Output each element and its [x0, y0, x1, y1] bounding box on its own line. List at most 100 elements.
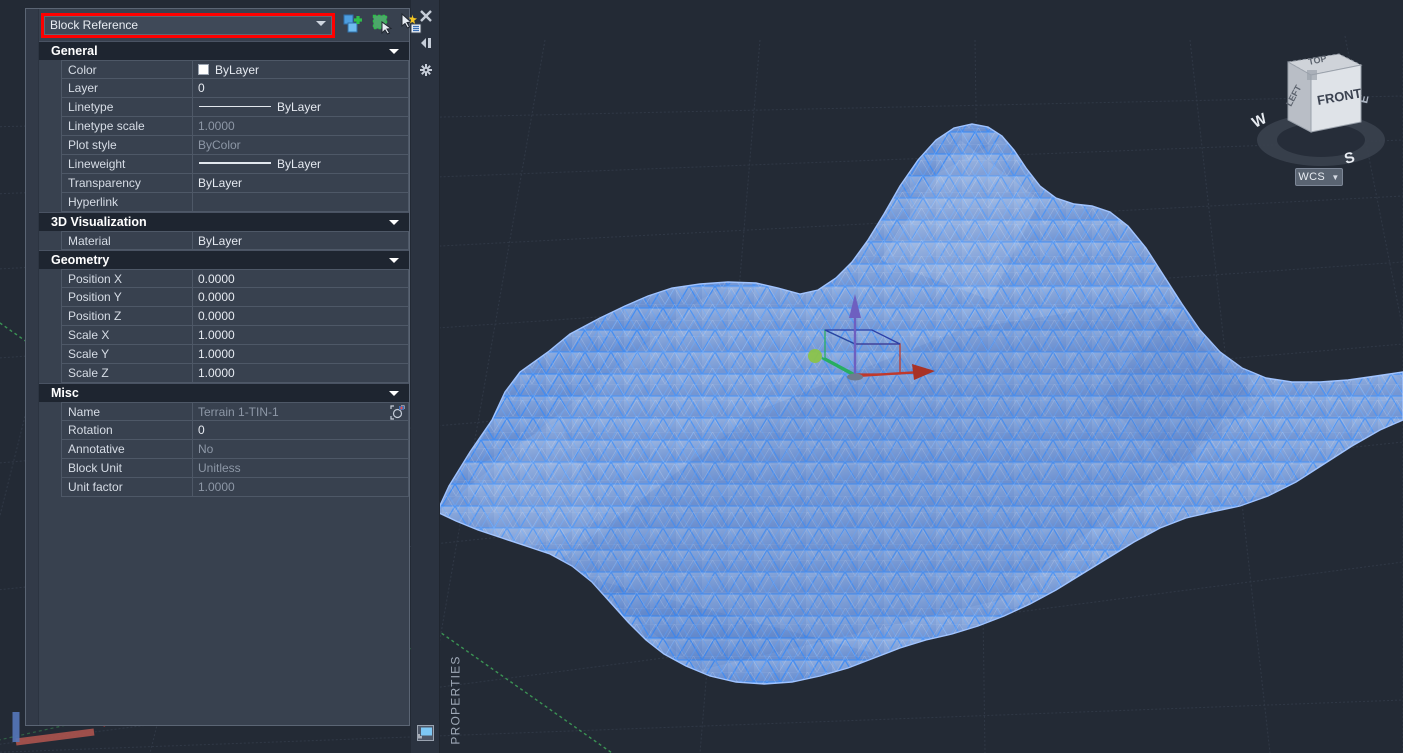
property-value[interactable]: 1.0000	[193, 345, 409, 363]
property-label: Annotative	[61, 440, 193, 458]
property-value[interactable]: ByLayer	[193, 61, 409, 78]
property-value-text: 0.0000	[198, 272, 235, 286]
property-value[interactable]: 1.0000	[193, 478, 409, 496]
properties-palette: Block Reference General Color ByLayer La…	[25, 8, 422, 726]
property-value[interactable]: Unitless	[193, 459, 409, 477]
property-label: Rotation	[61, 421, 193, 439]
properties-settings-icon[interactable]	[418, 62, 434, 78]
section-title: 3D Visualization	[51, 215, 147, 229]
property-row[interactable]: Material ByLayer	[61, 231, 409, 250]
property-row[interactable]: Position Z 0.0000	[61, 307, 409, 326]
property-value[interactable]: 1.0000	[193, 364, 409, 382]
property-label: Hyperlink	[61, 193, 193, 211]
property-row[interactable]: Linetype scale 1.0000	[61, 117, 409, 136]
properties-strip: PROPERTIES	[411, 0, 463, 753]
section-header-3d-visualization[interactable]: 3D Visualization	[39, 212, 409, 231]
object-type-selector[interactable]: Block Reference	[44, 16, 332, 35]
property-value-text: ByColor	[198, 138, 241, 152]
chevron-down-icon[interactable]	[389, 49, 399, 54]
property-value-text: No	[198, 442, 214, 456]
property-value-text: ByLayer	[277, 100, 322, 114]
property-value-text: 1.0000	[198, 328, 235, 342]
property-row[interactable]: Lineweight ByLayer	[61, 155, 409, 174]
palette-header: Block Reference	[39, 9, 422, 41]
property-value[interactable]: No	[193, 440, 409, 458]
section-title: General	[51, 44, 98, 58]
property-label: Plot style	[61, 136, 193, 154]
property-label: Layer	[61, 79, 193, 97]
chevron-down-icon[interactable]	[389, 258, 399, 263]
property-row[interactable]: Unit factor 1.0000	[61, 478, 409, 497]
section-header-misc[interactable]: Misc	[39, 383, 409, 402]
palette-toggle-icon[interactable]	[417, 725, 434, 741]
section-rows: Position X 0.0000 Position Y 0.0000 Position…	[39, 269, 409, 383]
property-value-text: 0	[198, 423, 205, 437]
property-value[interactable]: ByColor	[193, 136, 409, 154]
chevron-down-icon[interactable]	[389, 391, 399, 396]
section-rows: Name Terrain 1-TIN-1 Rotation 0 Annotative No…	[39, 402, 409, 497]
chevron-down-icon[interactable]	[389, 220, 399, 225]
property-row[interactable]: Position Y 0.0000	[61, 288, 409, 307]
property-value[interactable]: 0.0000	[193, 307, 409, 325]
section-rows: Color ByLayer Layer 0 Linetype ByLayer Linetyp…	[39, 60, 409, 212]
property-value-text: 1.0000	[198, 347, 235, 361]
chevron-down-icon	[316, 21, 326, 26]
auto-hide-icon[interactable]	[418, 35, 434, 51]
property-value[interactable]: 1.0000	[193, 117, 409, 135]
property-row[interactable]: Name Terrain 1-TIN-1	[61, 402, 409, 421]
property-value[interactable]: ByLayer	[193, 155, 409, 173]
property-value[interactable]: ByLayer	[193, 98, 409, 116]
property-value-text: 1.0000	[198, 366, 235, 380]
property-label: Scale X	[61, 326, 193, 344]
color-swatch-icon	[198, 64, 209, 75]
property-value[interactable]: 0.0000	[193, 270, 409, 287]
property-value-text: Unitless	[198, 461, 241, 475]
section-title: Geometry	[51, 253, 110, 267]
quick-select-icon[interactable]	[371, 13, 393, 35]
property-row[interactable]: Color ByLayer	[61, 60, 409, 79]
property-value[interactable]: 1.0000	[193, 326, 409, 344]
property-label: Scale Z	[61, 364, 193, 382]
autocad-window: W S E TOP LEFT FRONT WCS ▼ PROPERTIES Bl…	[0, 0, 1403, 753]
property-row[interactable]: Linetype ByLayer	[61, 98, 409, 117]
property-value-text: ByLayer	[198, 234, 243, 248]
section-header-geometry[interactable]: Geometry	[39, 250, 409, 269]
property-row[interactable]: Hyperlink	[61, 193, 409, 212]
property-value-text: ByLayer	[215, 63, 260, 77]
property-row[interactable]: Position X 0.0000	[61, 269, 409, 288]
strip-title: PROPERTIES	[411, 655, 463, 744]
property-value[interactable]: ByLayer	[193, 174, 409, 192]
property-value-text: 0.0000	[198, 290, 235, 304]
property-row[interactable]: Scale Y 1.0000	[61, 345, 409, 364]
property-row[interactable]: Scale X 1.0000	[61, 326, 409, 345]
property-label: Position Z	[61, 307, 193, 325]
property-label: Unit factor	[61, 478, 193, 496]
property-value[interactable]: 0.0000	[193, 288, 409, 306]
property-label: Linetype	[61, 98, 193, 116]
wcs-selector[interactable]: WCS ▼	[1295, 168, 1343, 186]
property-row[interactable]: Transparency ByLayer	[61, 174, 409, 193]
property-value-text: 0	[198, 81, 205, 95]
section-title: Misc	[51, 386, 79, 400]
property-row[interactable]: Annotative No	[61, 440, 409, 459]
property-label: Material	[61, 232, 193, 249]
property-row[interactable]: Rotation 0	[61, 421, 409, 440]
property-value[interactable]: ByLayer	[193, 232, 409, 249]
property-value[interactable]: Terrain 1-TIN-1	[193, 403, 409, 420]
property-row[interactable]: Scale Z 1.0000	[61, 364, 409, 383]
quick-select-add-icon[interactable]	[342, 13, 364, 35]
property-label: Color	[61, 61, 193, 78]
linetype-preview-icon	[199, 106, 271, 107]
property-value[interactable]: 0	[193, 421, 409, 439]
property-value[interactable]	[193, 193, 409, 211]
palette-toolbar	[342, 12, 422, 35]
property-value-text: Terrain 1-TIN-1	[198, 405, 279, 419]
property-row[interactable]: Plot style ByColor	[61, 136, 409, 155]
property-label: Block Unit	[61, 459, 193, 477]
block-editor-icon[interactable]	[390, 405, 405, 420]
property-value[interactable]: 0	[193, 79, 409, 97]
property-row[interactable]: Block Unit Unitless	[61, 459, 409, 478]
section-header-general[interactable]: General	[39, 41, 409, 60]
property-row[interactable]: Layer 0	[61, 79, 409, 98]
select-similar-icon[interactable]	[400, 12, 422, 35]
